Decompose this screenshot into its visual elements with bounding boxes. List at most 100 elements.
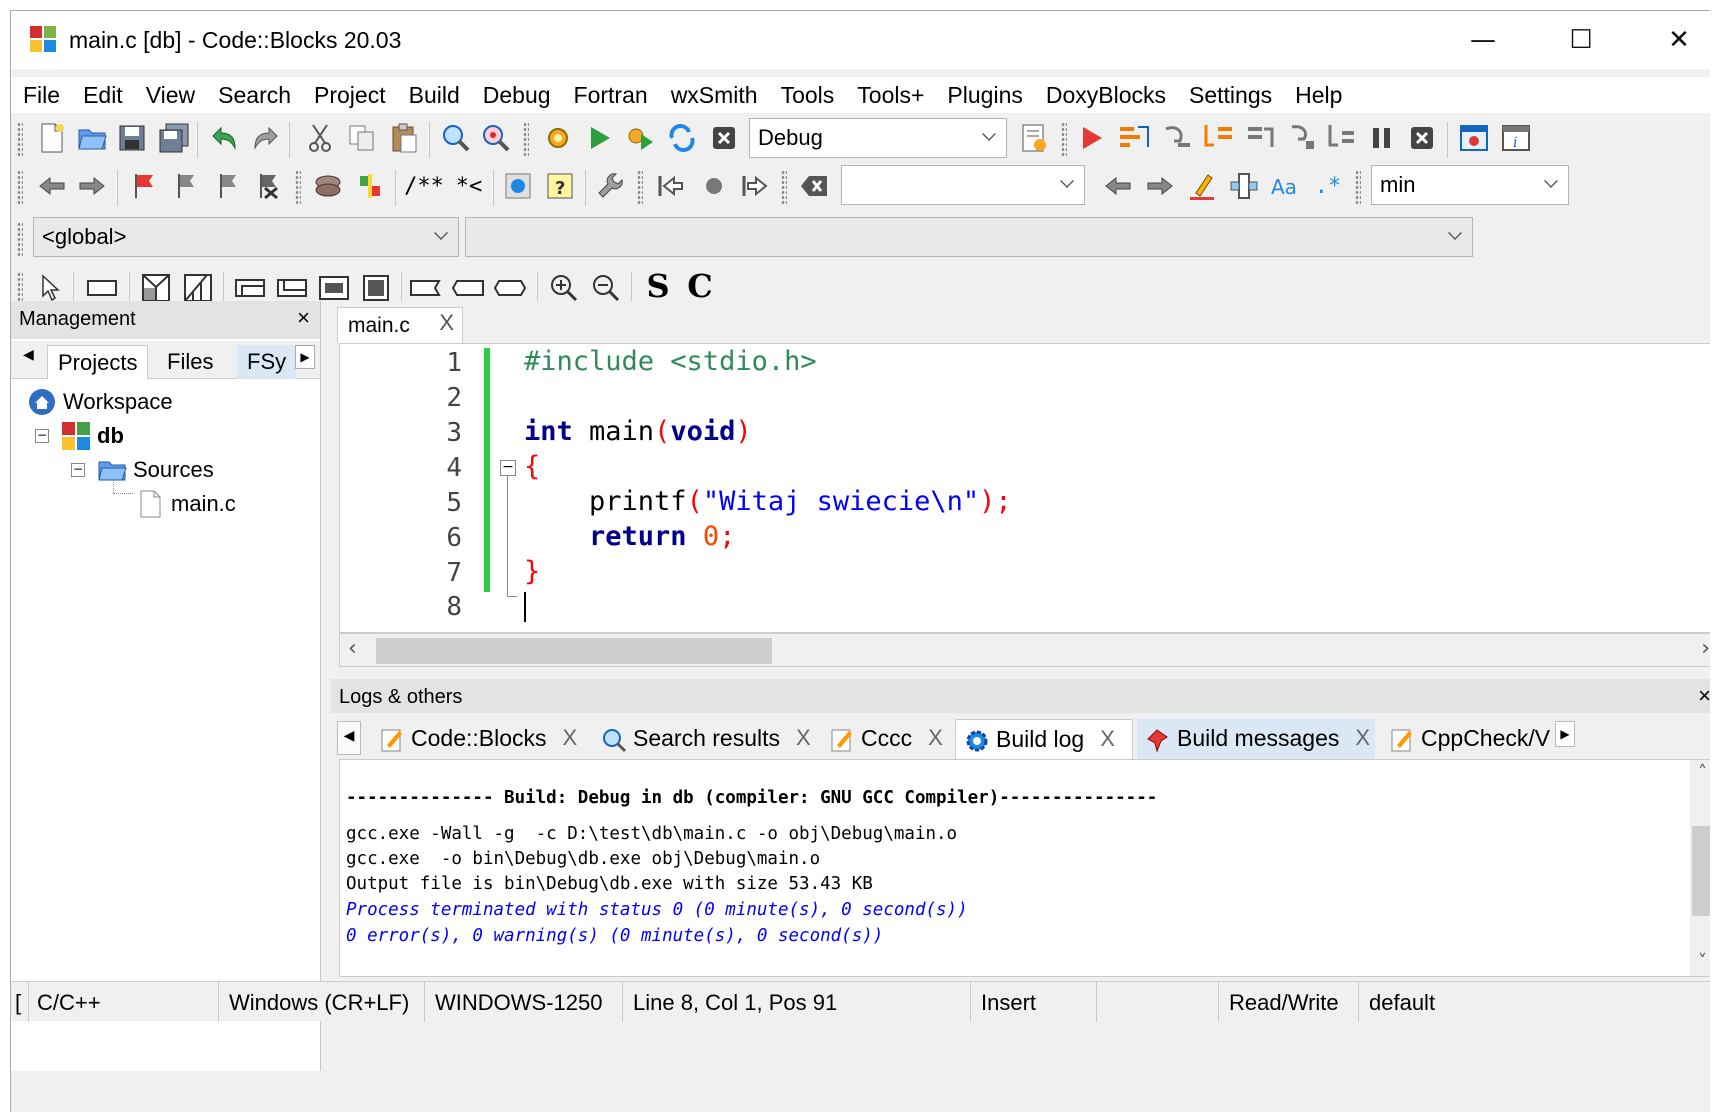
menu-file[interactable]: File [23, 82, 60, 109]
do-while-block-icon[interactable] [275, 271, 309, 305]
copy-icon[interactable] [345, 121, 379, 155]
log-tab-codeblocks[interactable]: Code::Blocks X [371, 719, 587, 759]
stream-comment-button[interactable]: *< [449, 169, 489, 203]
symbols-browser-icon[interactable] [353, 169, 387, 203]
collapse-db-icon[interactable]: − [35, 429, 49, 443]
close-tab-icon[interactable]: X [439, 310, 454, 336]
scope-select[interactable]: <global> [33, 217, 459, 257]
function-jump-select[interactable]: min [1371, 165, 1569, 205]
goto-prev-changed-icon[interactable] [653, 169, 687, 203]
tab-scroll-right-icon[interactable]: ▶ [295, 345, 315, 369]
close-tab-icon[interactable]: X [563, 725, 578, 751]
close-tab-icon[interactable]: X [796, 725, 811, 751]
match-case-icon[interactable]: Aa [1269, 169, 1303, 203]
tree-file-main-c[interactable]: main.c [135, 487, 236, 521]
minimize-button[interactable]: — [1439, 11, 1527, 69]
stop-debug-icon[interactable] [1405, 121, 1439, 155]
debug-info-icon[interactable]: i [1499, 121, 1533, 155]
menu-view[interactable]: View [146, 82, 195, 109]
close-tab-icon[interactable]: X [928, 725, 943, 751]
goto-next-changed-icon[interactable] [737, 169, 771, 203]
tree-workspace[interactable]: Workspace [27, 385, 173, 419]
vertical-scrollbar[interactable]: ˄ ˅ [1690, 760, 1710, 976]
log-tab-cccc[interactable]: Cccc X [821, 719, 949, 759]
next-line-icon[interactable] [1159, 121, 1193, 155]
abort-build-icon[interactable] [707, 121, 741, 155]
menu-help[interactable]: Help [1295, 82, 1342, 109]
tab-files[interactable]: Files [157, 345, 223, 379]
menu-settings[interactable]: Settings [1189, 82, 1272, 109]
log-tab-build-messages[interactable]: Build messages X [1137, 719, 1375, 759]
function-select[interactable] [465, 217, 1473, 257]
save-all-icon[interactable] [157, 121, 191, 155]
menu-tools-plus[interactable]: Tools+ [857, 82, 924, 109]
collapse-sources-icon[interactable]: − [71, 463, 85, 477]
jump-back-icon[interactable] [35, 169, 69, 203]
debugging-windows-icon[interactable] [1457, 121, 1491, 155]
clear-bookmarks-icon[interactable] [251, 169, 285, 203]
menu-project[interactable]: Project [314, 82, 386, 109]
maximize-button[interactable]: ☐ [1537, 11, 1625, 69]
block-block-icon[interactable] [359, 271, 393, 305]
return-block-icon[interactable] [493, 271, 527, 305]
menu-debug[interactable]: Debug [483, 82, 551, 109]
menu-doxyblocks[interactable]: DoxyBlocks [1046, 82, 1166, 109]
menu-fortran[interactable]: Fortran [574, 82, 648, 109]
code-editor[interactable]: 1 2 3 4 5 6 7 8 − #include <stdio.h> int… [339, 343, 1710, 633]
log-tab-search-results[interactable]: Search results X [593, 719, 815, 759]
log-tab-cppcheck[interactable]: CppCheck/V [1381, 719, 1551, 759]
scroll-down-icon[interactable]: ˅ [1698, 951, 1707, 972]
editor-tab-main-c[interactable]: main.c X [337, 307, 463, 343]
close-window-button[interactable]: ✕ [1635, 11, 1710, 69]
while-block-icon[interactable] [233, 271, 267, 305]
zoom-out-icon[interactable] [589, 271, 623, 305]
log-tab-build-log[interactable]: Build log X [955, 719, 1133, 759]
scrollbar-thumb[interactable] [1692, 826, 1710, 916]
build-log-output[interactable]: -------------- Build: Debug in db (compi… [339, 759, 1710, 977]
toolbar-grip[interactable] [17, 122, 23, 158]
jump-forward-icon[interactable] [75, 169, 109, 203]
close-tab-icon[interactable]: X [1355, 725, 1370, 751]
log-tab-scroll-right-icon[interactable]: ▶ [1555, 721, 1575, 747]
toggle-marker-icon[interactable] [697, 169, 731, 203]
clear-search-icon[interactable] [797, 169, 831, 203]
undo-icon[interactable] [207, 121, 241, 155]
code-completion-icon[interactable] [311, 169, 345, 203]
build-and-run-icon[interactable] [623, 121, 657, 155]
close-logs-button[interactable]: × [1698, 683, 1710, 709]
search-prev-icon[interactable] [1101, 169, 1135, 203]
replace-icon[interactable] [479, 121, 513, 155]
open-file-icon[interactable] [75, 121, 109, 155]
menu-wxsmith[interactable]: wxSmith [671, 82, 758, 109]
scroll-up-icon[interactable]: ˄ [1698, 762, 1707, 783]
comment-block-button[interactable]: /** [403, 169, 445, 203]
step-into-icon[interactable] [1201, 121, 1235, 155]
menu-build[interactable]: Build [409, 82, 460, 109]
comment-button[interactable]: C [683, 267, 717, 305]
menu-search[interactable]: Search [218, 82, 291, 109]
save-icon[interactable] [115, 121, 149, 155]
highlight-icon[interactable] [1185, 169, 1219, 203]
run-to-cursor-icon[interactable] [1117, 121, 1151, 155]
regex-button[interactable]: .* [1311, 169, 1345, 203]
toggle-bookmark-icon[interactable] [127, 169, 161, 203]
debug-start-icon[interactable] [1075, 121, 1109, 155]
new-file-icon[interactable] [35, 121, 69, 155]
step-into-instruction-icon[interactable] [1325, 121, 1359, 155]
pause-icon[interactable] [1365, 121, 1399, 155]
rebuild-icon[interactable] [665, 121, 699, 155]
close-tab-icon[interactable]: X [1100, 726, 1115, 752]
cut-icon[interactable] [303, 121, 337, 155]
source-button[interactable]: S [641, 267, 675, 305]
step-out-icon[interactable] [1243, 121, 1277, 155]
switch-block-icon[interactable] [181, 271, 215, 305]
find-icon[interactable] [439, 121, 473, 155]
build-target-select[interactable]: Debug [749, 118, 1007, 158]
for-block-icon[interactable] [317, 271, 351, 305]
paste-icon[interactable] [387, 121, 421, 155]
help-icon[interactable]: ? [543, 169, 577, 203]
instruction-block-icon[interactable] [85, 271, 119, 305]
menu-plugins[interactable]: Plugins [947, 82, 1022, 109]
incremental-search-input[interactable] [841, 165, 1085, 205]
build-options-icon[interactable] [1017, 121, 1051, 155]
